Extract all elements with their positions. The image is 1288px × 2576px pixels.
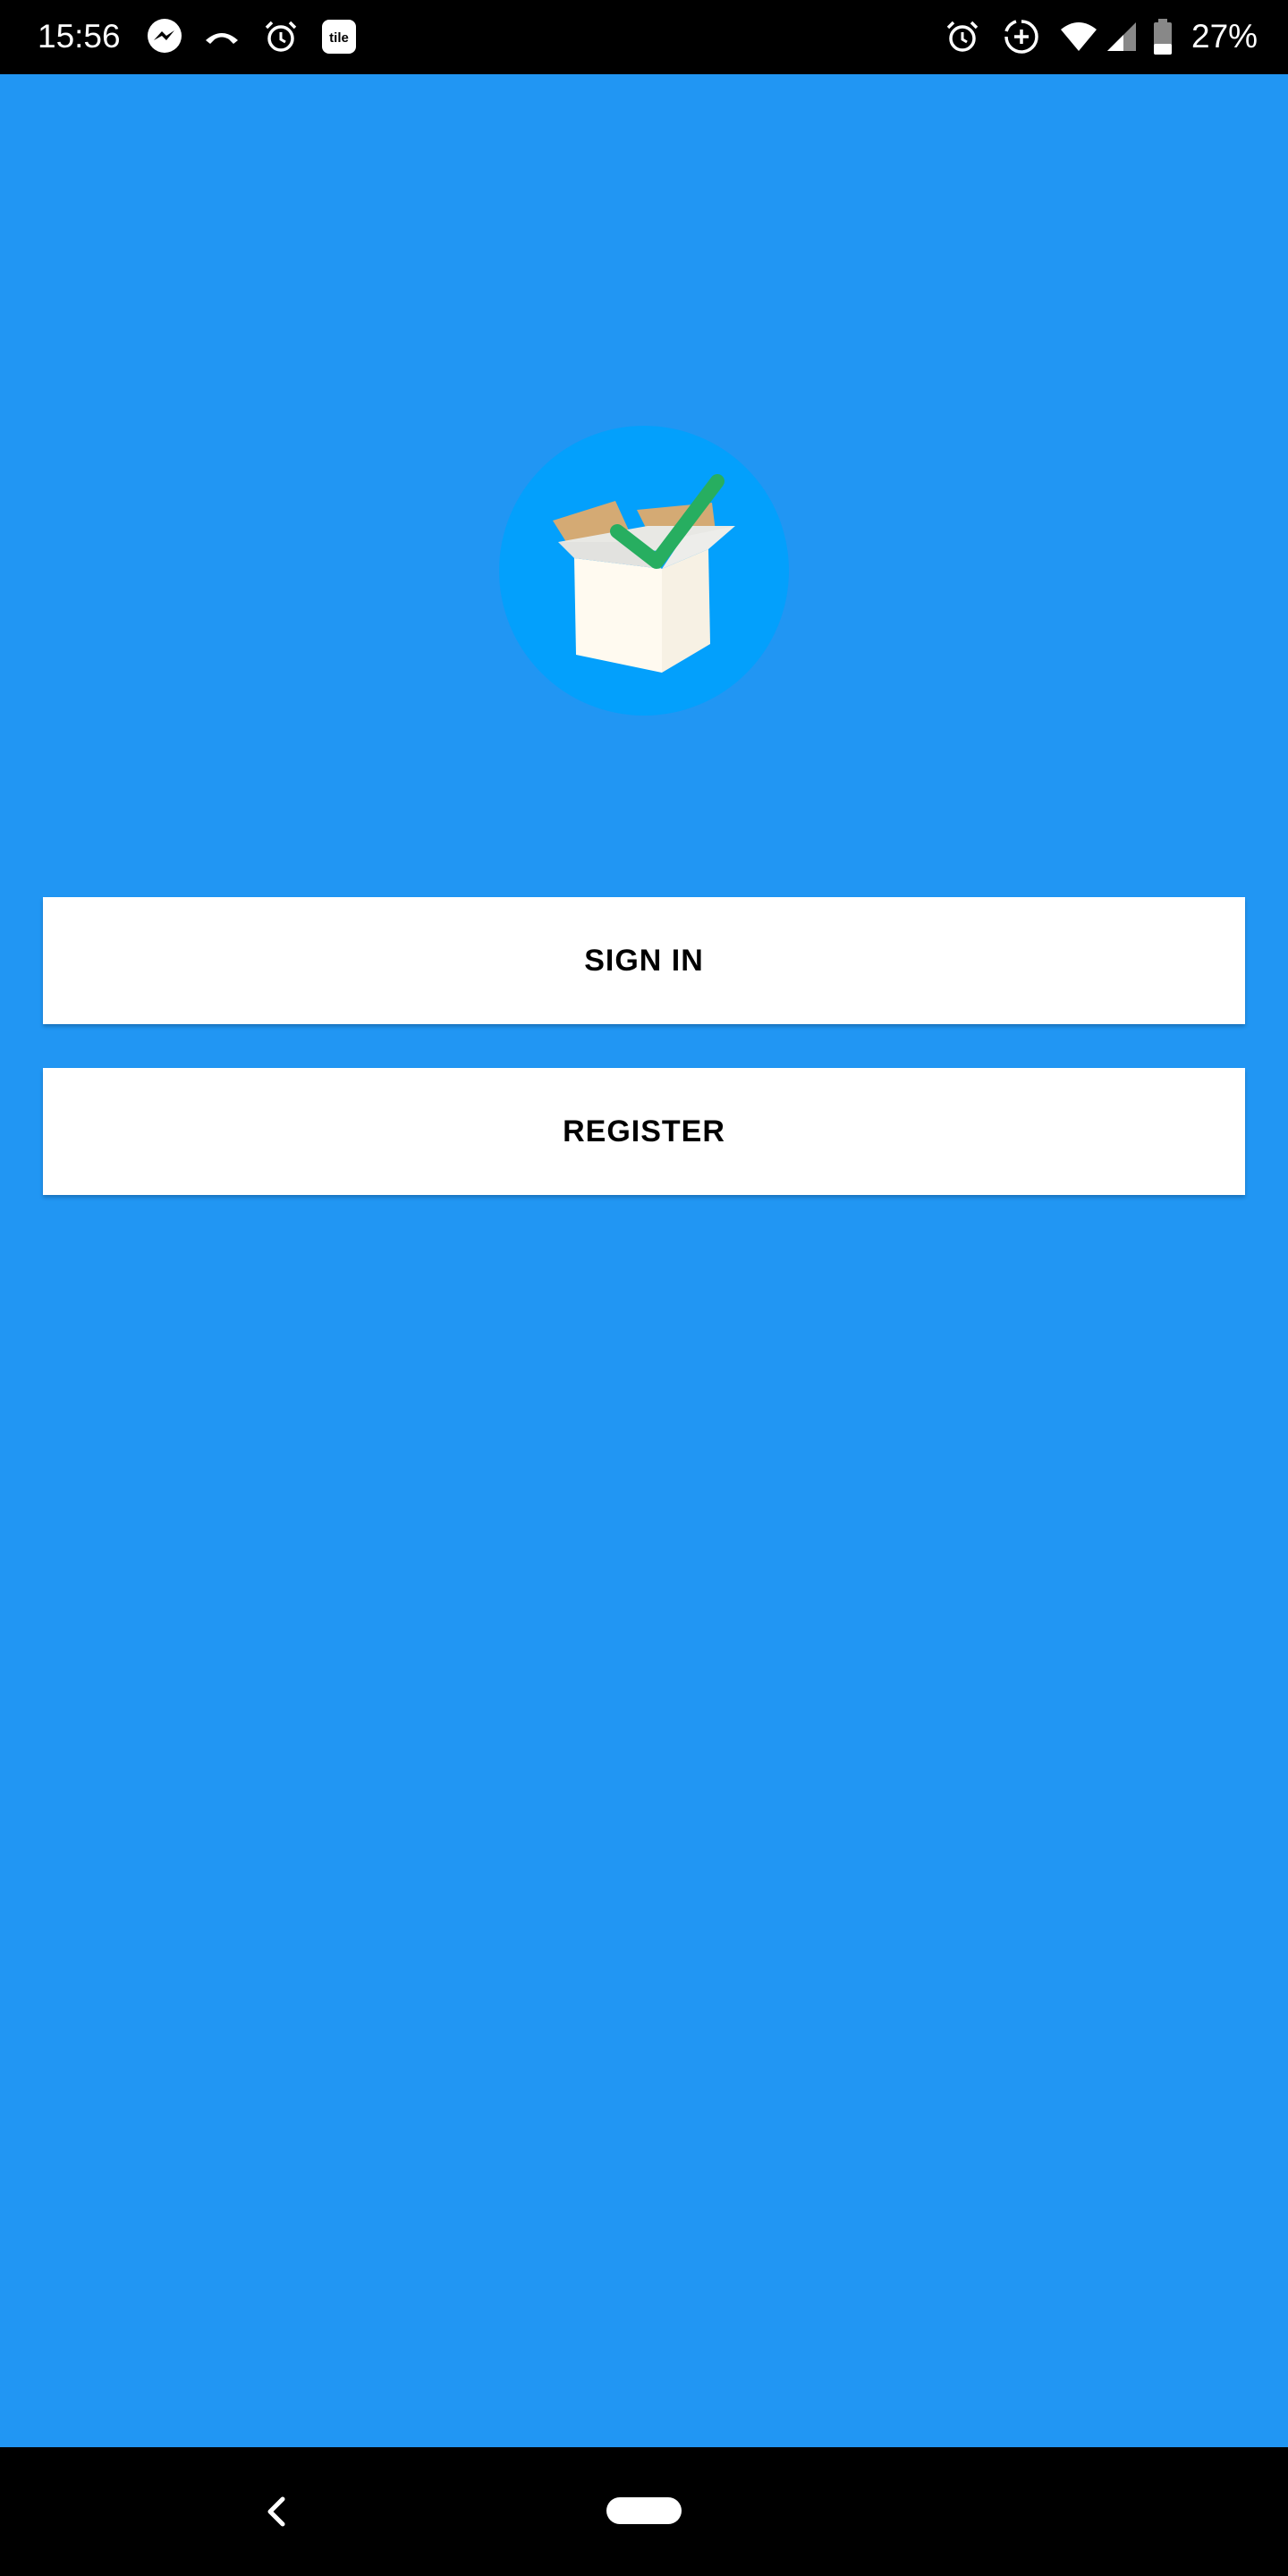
home-pill-icon[interactable]: [606, 2497, 682, 2524]
wifi-icon: [1059, 17, 1098, 56]
data-saver-icon: [1002, 17, 1041, 56]
back-icon[interactable]: [252, 2487, 302, 2537]
alarm-icon: [943, 17, 982, 56]
sign-in-label: SIGN IN: [584, 943, 704, 978]
status-bar: 15:56 tile 27%: [0, 0, 1288, 74]
messenger-icon: [145, 17, 184, 56]
register-label: REGISTER: [563, 1114, 725, 1148]
open-box-checkmark-icon: [553, 474, 735, 673]
tile-app-label: tile: [329, 30, 349, 46]
register-button[interactable]: REGISTER: [43, 1068, 1245, 1195]
navigation-bar: [0, 2447, 1288, 2576]
alarm-icon: [261, 17, 301, 56]
app-logo: [499, 426, 789, 716]
phone-icon: [202, 17, 242, 56]
battery-percent: 27%: [1191, 18, 1258, 55]
cell-signal-icon: [1102, 17, 1141, 56]
sign-in-button[interactable]: SIGN IN: [43, 897, 1245, 1024]
status-time: 15:56: [38, 18, 121, 55]
tile-app-icon: tile: [319, 17, 359, 56]
battery-icon: [1150, 17, 1175, 56]
welcome-screen: 15:56 tile 27% SIGN IN REGISTER: [0, 0, 1288, 2576]
